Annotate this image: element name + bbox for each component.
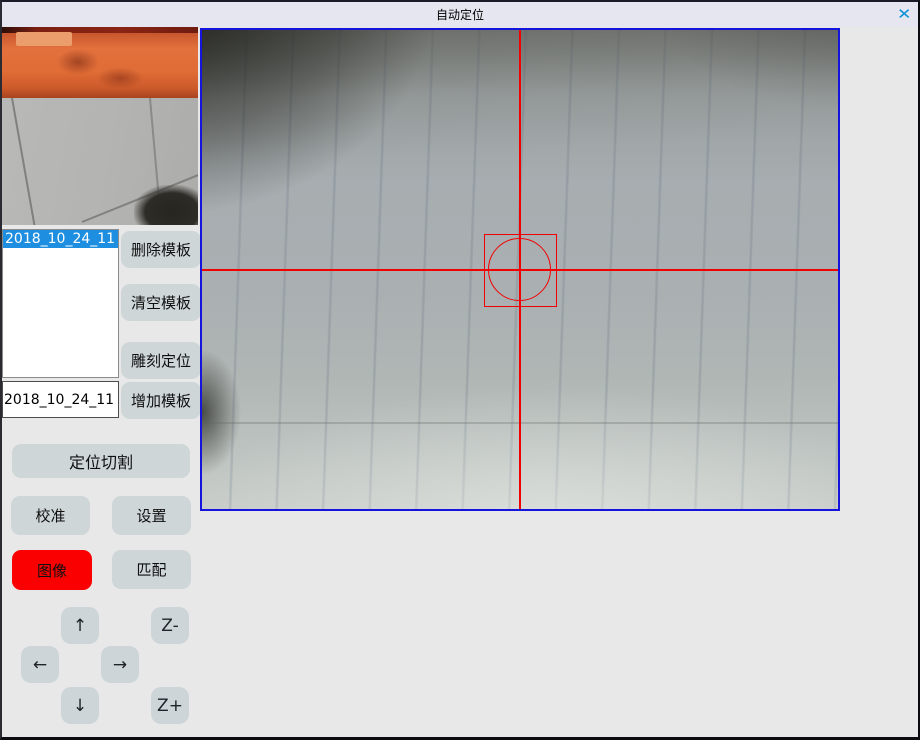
camera-view[interactable] xyxy=(200,28,840,511)
position-cut-button[interactable]: 定位切割 xyxy=(12,444,190,478)
beam-stain xyxy=(97,67,143,89)
delete-template-button[interactable]: 删除模板 xyxy=(121,231,201,268)
template-preview-image xyxy=(2,27,198,225)
titlebar[interactable]: 自动定位 ✕ xyxy=(2,2,918,27)
jog-z-minus-button[interactable]: Z- xyxy=(151,607,189,644)
template-name-input[interactable] xyxy=(2,381,119,418)
jog-left-button[interactable]: ← xyxy=(21,646,59,683)
calibrate-button[interactable]: 校准 xyxy=(11,496,90,535)
jog-z-plus-button[interactable]: Z+ xyxy=(151,687,189,724)
engrave-position-button[interactable]: 雕刻定位 xyxy=(121,342,201,379)
template-list-item[interactable]: 2018_10_24_11 xyxy=(3,230,118,248)
clear-templates-button[interactable]: 清空模板 xyxy=(121,284,201,321)
close-icon[interactable]: ✕ xyxy=(897,4,911,24)
tile-grout-line xyxy=(11,98,36,225)
image-button[interactable]: 图像 xyxy=(12,550,92,590)
window-title: 自动定位 xyxy=(436,6,484,23)
jog-right-button[interactable]: → xyxy=(101,646,139,683)
settings-button[interactable]: 设置 xyxy=(112,496,191,535)
jog-down-button[interactable]: ↓ xyxy=(61,687,99,724)
jog-up-button[interactable]: ↑ xyxy=(61,607,99,644)
dark-object xyxy=(134,185,198,225)
add-template-button[interactable]: 增加模板 xyxy=(121,382,201,419)
beam-stain xyxy=(57,49,99,75)
match-button[interactable]: 匹配 xyxy=(112,550,191,589)
light-orange-patch xyxy=(16,32,72,46)
roi-circle-overlay xyxy=(488,238,551,301)
template-list[interactable]: 2018_10_24_11 xyxy=(2,229,119,378)
auto-position-dialog: 自动定位 ✕ 2018_10_24_11 删除模板 清空模板 雕刻定位 增加模板… xyxy=(0,0,920,740)
